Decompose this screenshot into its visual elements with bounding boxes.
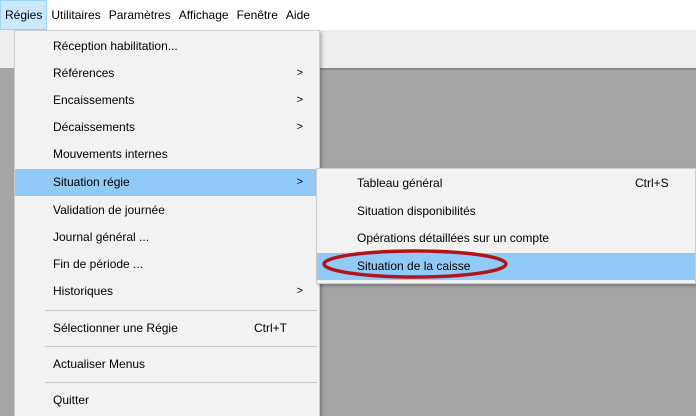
menu-item-journal-general[interactable]: Journal général ...: [15, 224, 319, 251]
menu-affichage[interactable]: Affichage: [175, 0, 233, 30]
menu-item-label: Situation régie: [53, 175, 130, 189]
menu-item-label: Fin de période ...: [53, 257, 144, 271]
menu-item-label: Sélectionner une Régie: [53, 321, 178, 335]
menu-item-quitter[interactable]: Quitter: [15, 387, 319, 414]
menu-item-label: Encaissements: [53, 93, 135, 107]
menu-item-label: Validation de journée: [53, 203, 165, 217]
menu-item-label: Références: [53, 66, 115, 80]
submenu-item-situation-disponibilites[interactable]: Situation disponibilités: [317, 198, 695, 225]
menu-aide[interactable]: Aide: [282, 0, 314, 30]
menu-item-label: Mouvements internes: [53, 147, 168, 161]
menu-item-references[interactable]: Références >: [15, 60, 319, 87]
menu-bar: Régies Utilitaires Paramètres Affichage …: [0, 0, 696, 30]
annotation-ellipse: [322, 249, 508, 279]
menu-item-encaissements[interactable]: Encaissements >: [15, 87, 319, 114]
chevron-right-icon: >: [296, 67, 303, 79]
menu-item-reception-habilitation[interactable]: Réception habilitation...: [15, 33, 319, 60]
menu-utilitaires[interactable]: Utilitaires: [47, 0, 104, 30]
submenu-item-tableau-general[interactable]: Tableau général Ctrl+S: [317, 170, 695, 197]
menu-separator: [45, 382, 317, 383]
menu-item-label: Tableau général: [357, 176, 443, 190]
menu-fenetre[interactable]: Fenêtre: [233, 0, 282, 30]
menu-item-label: Historiques: [53, 284, 114, 298]
menu-parametres[interactable]: Paramètres: [105, 0, 175, 30]
menu-item-situation-regie[interactable]: Situation régie >: [15, 169, 319, 196]
chevron-right-icon: >: [296, 285, 303, 297]
chevron-right-icon: >: [296, 94, 303, 106]
menu-item-decaissements[interactable]: Décaissements >: [15, 114, 319, 141]
menu-separator: [45, 346, 317, 347]
menu-item-label: Actualiser Menus: [53, 357, 146, 371]
menu-item-actualiser-menus[interactable]: Actualiser Menus: [15, 351, 319, 378]
workspace-divider: [318, 68, 696, 70]
menu-item-shortcut: Ctrl+S: [635, 176, 669, 190]
menu-item-label: Journal général ...: [53, 230, 150, 244]
menu-item-mouvements-internes[interactable]: Mouvements internes: [15, 141, 319, 168]
menu-item-label: Réception habilitation...: [53, 39, 178, 53]
menu-item-fin-de-periode[interactable]: Fin de période ...: [15, 251, 319, 278]
chevron-right-icon: >: [296, 121, 303, 133]
menu-item-historiques[interactable]: Historiques >: [15, 278, 319, 305]
menu-separator: [45, 310, 317, 311]
menu-item-label: Quitter: [53, 393, 90, 407]
menu-item-selectionner-regie[interactable]: Sélectionner une Régie Ctrl+T: [15, 315, 319, 342]
menu-item-shortcut: Ctrl+T: [254, 321, 287, 335]
menu-item-validation-journee[interactable]: Validation de journée: [15, 197, 319, 224]
menu-item-label: Décaissements: [53, 120, 136, 134]
regies-dropdown-menu: Réception habilitation... Références > E…: [14, 30, 320, 416]
chevron-right-icon: >: [296, 176, 303, 188]
menu-regies[interactable]: Régies: [0, 0, 48, 30]
menu-item-label: Situation disponibilités: [357, 204, 476, 218]
